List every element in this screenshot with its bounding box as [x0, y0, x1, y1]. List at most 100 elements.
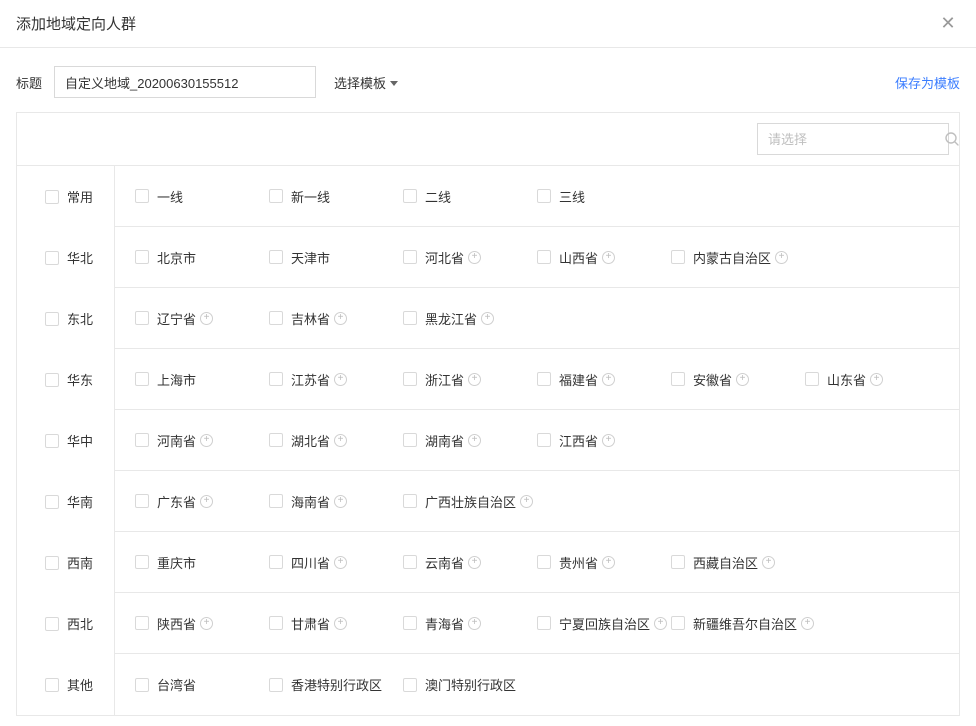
region-checkbox[interactable] [269, 250, 283, 264]
region-item: 河南省 [135, 431, 269, 450]
region-checkbox[interactable] [135, 189, 149, 203]
region-checkbox[interactable] [135, 311, 149, 325]
region-label: 贵州省 [559, 553, 598, 572]
expand-icon[interactable] [334, 495, 347, 508]
category-cell: 其他 [17, 654, 114, 715]
search-input[interactable] [768, 132, 944, 147]
region-checkbox[interactable] [403, 494, 417, 508]
region-checkbox[interactable] [403, 433, 417, 447]
region-checkbox[interactable] [403, 555, 417, 569]
region-checkbox[interactable] [537, 250, 551, 264]
region-checkbox[interactable] [135, 494, 149, 508]
expand-icon[interactable] [468, 617, 481, 630]
region-item: 甘肃省 [269, 614, 403, 633]
region-checkbox[interactable] [403, 372, 417, 386]
region-checkbox[interactable] [537, 616, 551, 630]
expand-icon[interactable] [736, 373, 749, 386]
category-checkbox[interactable] [45, 373, 59, 387]
category-checkbox[interactable] [45, 434, 59, 448]
expand-icon[interactable] [200, 495, 213, 508]
expand-icon[interactable] [334, 617, 347, 630]
region-item: 福建省 [537, 370, 671, 389]
expand-icon[interactable] [200, 312, 213, 325]
category-checkbox[interactable] [45, 495, 59, 509]
region-checkbox[interactable] [269, 433, 283, 447]
region-checkbox[interactable] [537, 189, 551, 203]
dialog-title: 添加地域定向人群 [16, 13, 136, 34]
region-label: 四川省 [291, 553, 330, 572]
category-checkbox[interactable] [45, 556, 59, 570]
category-checkbox[interactable] [45, 678, 59, 692]
title-input[interactable] [54, 66, 316, 98]
category-checkbox[interactable] [45, 617, 59, 631]
region-checkbox[interactable] [403, 189, 417, 203]
expand-icon[interactable] [334, 312, 347, 325]
category-checkbox[interactable] [45, 190, 59, 204]
expand-icon[interactable] [801, 617, 814, 630]
region-checkbox[interactable] [269, 555, 283, 569]
item-row: 辽宁省吉林省黑龙江省 [115, 288, 959, 349]
expand-icon[interactable] [762, 556, 775, 569]
region-checkbox[interactable] [403, 678, 417, 692]
category-checkbox[interactable] [45, 312, 59, 326]
region-checkbox[interactable] [269, 616, 283, 630]
region-checkbox[interactable] [269, 372, 283, 386]
expand-icon[interactable] [602, 373, 615, 386]
expand-icon[interactable] [602, 556, 615, 569]
region-checkbox[interactable] [671, 616, 685, 630]
region-checkbox[interactable] [135, 616, 149, 630]
region-item: 台湾省 [135, 675, 269, 694]
region-label: 新一线 [291, 187, 330, 206]
item-row: 北京市天津市河北省山西省内蒙古自治区 [115, 227, 959, 288]
search-field[interactable] [757, 123, 949, 155]
region-checkbox[interactable] [403, 311, 417, 325]
expand-icon[interactable] [602, 434, 615, 447]
region-checkbox[interactable] [537, 433, 551, 447]
region-checkbox[interactable] [805, 372, 819, 386]
save-as-template-link[interactable]: 保存为模板 [895, 73, 960, 92]
region-item: 一线 [135, 187, 269, 206]
region-checkbox[interactable] [135, 250, 149, 264]
expand-icon[interactable] [520, 495, 533, 508]
region-label: 江西省 [559, 431, 598, 450]
expand-icon[interactable] [468, 251, 481, 264]
region-checkbox[interactable] [269, 311, 283, 325]
region-label: 广西壮族自治区 [425, 492, 516, 511]
region-checkbox[interactable] [537, 372, 551, 386]
region-checkbox[interactable] [135, 433, 149, 447]
region-checkbox[interactable] [269, 189, 283, 203]
region-checkbox[interactable] [403, 616, 417, 630]
expand-icon[interactable] [775, 251, 788, 264]
select-template[interactable]: 选择模板 [334, 73, 398, 92]
region-checkbox[interactable] [135, 678, 149, 692]
region-label: 江苏省 [291, 370, 330, 389]
region-label: 天津市 [291, 248, 330, 267]
category-checkbox[interactable] [45, 251, 59, 265]
region-item: 澳门特别行政区 [403, 675, 537, 694]
region-checkbox[interactable] [671, 372, 685, 386]
expand-icon[interactable] [200, 434, 213, 447]
close-icon[interactable]: ✕ [936, 12, 960, 36]
expand-icon[interactable] [468, 556, 481, 569]
region-checkbox[interactable] [269, 494, 283, 508]
expand-icon[interactable] [334, 434, 347, 447]
region-checkbox[interactable] [537, 555, 551, 569]
region-item: 黑龙江省 [403, 309, 537, 328]
expand-icon[interactable] [468, 434, 481, 447]
region-checkbox[interactable] [269, 678, 283, 692]
expand-icon[interactable] [602, 251, 615, 264]
expand-icon[interactable] [334, 373, 347, 386]
item-row: 河南省湖北省湖南省江西省 [115, 410, 959, 471]
region-label: 黑龙江省 [425, 309, 477, 328]
region-checkbox[interactable] [135, 555, 149, 569]
expand-icon[interactable] [334, 556, 347, 569]
region-checkbox[interactable] [671, 555, 685, 569]
expand-icon[interactable] [481, 312, 494, 325]
expand-icon[interactable] [200, 617, 213, 630]
region-checkbox[interactable] [671, 250, 685, 264]
expand-icon[interactable] [654, 617, 667, 630]
region-checkbox[interactable] [135, 372, 149, 386]
region-checkbox[interactable] [403, 250, 417, 264]
expand-icon[interactable] [870, 373, 883, 386]
expand-icon[interactable] [468, 373, 481, 386]
